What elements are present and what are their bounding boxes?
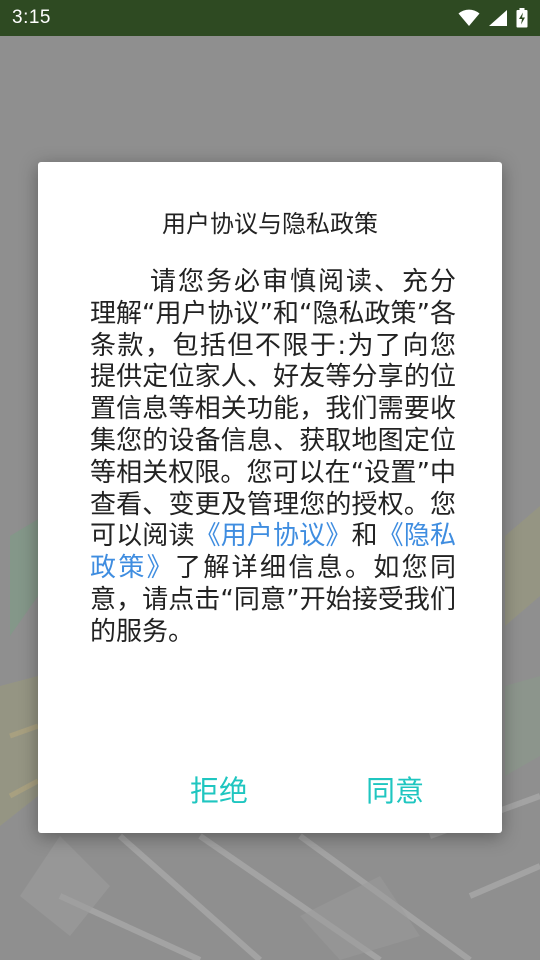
status-icons [458,8,528,28]
reject-button[interactable]: 拒绝 [190,768,248,814]
user-agreement-link[interactable]: 《用户协议》 [195,521,352,551]
dialog-actions: 拒绝 同意 [38,768,502,814]
body-connector: 和 [351,521,378,552]
dialog-body: 请您务必审慎阅读、充分理解“用户协议”和“隐私政策”各条款，包括但不限于:为了向… [90,267,456,649]
cellular-signal-icon [488,9,508,27]
dialog-title: 用户协议与隐私政策 [162,210,378,238]
screen: 3:15 用户协议与隐私政策 请您务必审慎阅读、充分理解“用户协议”和“隐私政策… [0,0,540,960]
wifi-icon [458,9,480,27]
status-bar: 3:15 [0,0,540,36]
body-text-1: 请您务必审慎阅读、充分理解“用户协议”和“隐私政策”各条款，包括但不限于:为了向… [90,267,456,552]
battery-charging-icon [516,8,528,28]
privacy-dialog: 用户协议与隐私政策 请您务必审慎阅读、充分理解“用户协议”和“隐私政策”各条款，… [38,162,502,833]
agree-button[interactable]: 同意 [366,768,424,814]
status-time: 3:15 [12,7,51,28]
